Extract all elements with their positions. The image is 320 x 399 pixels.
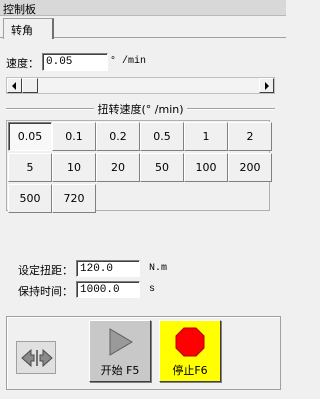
rate-button[interactable]: 500 [8, 184, 52, 213]
hold-time-input[interactable]: 1000.0 [76, 281, 140, 298]
speed-input[interactable]: 0.05 [42, 53, 108, 71]
arrow-right-icon [265, 82, 269, 90]
torque-input[interactable]: 120.0 [76, 260, 140, 277]
torque-label: 设定扭距： [18, 264, 73, 277]
play-icon [109, 328, 133, 356]
start-button[interactable]: 开始 F5 [89, 320, 151, 382]
stop-icon [175, 327, 205, 357]
rate-button[interactable]: 200 [228, 153, 272, 182]
stop-button-label: 停止F6 [172, 364, 208, 377]
tab-rotation-angle[interactable]: 转角 [3, 18, 54, 39]
hold-time-label: 保持时间： [18, 285, 73, 298]
swap-direction-icon [21, 349, 53, 367]
window-title: 控制板 [3, 3, 36, 16]
rate-button[interactable]: 1 [184, 122, 228, 151]
swap-direction-button[interactable] [16, 341, 56, 374]
rate-button[interactable]: 0.5 [140, 122, 184, 151]
rate-button[interactable]: 100 [184, 153, 228, 182]
scroll-right-button[interactable] [259, 78, 274, 93]
stop-button[interactable]: 停止F6 [159, 320, 221, 382]
rate-button[interactable]: 50 [140, 153, 184, 182]
rate-button[interactable]: 2 [228, 122, 272, 151]
speed-unit: ° /min [110, 56, 147, 67]
tab-label: 转角 [11, 24, 33, 37]
rate-button[interactable]: 720 [52, 184, 96, 213]
scroll-left-button[interactable] [7, 78, 22, 93]
rate-button[interactable]: 5 [8, 153, 52, 182]
arrow-left-icon [12, 82, 16, 90]
window-titlebar: 控制板 [0, 0, 286, 16]
scroll-thumb[interactable] [22, 78, 38, 93]
rate-button[interactable]: 0.2 [96, 122, 140, 151]
tab-strip: 转角 [0, 16, 286, 39]
rate-button[interactable]: 0.1 [52, 122, 96, 151]
speed-label: 速度： [6, 57, 39, 70]
torque-unit: N.m [149, 263, 168, 274]
rate-group-title: 扭转速度(° /min) [94, 103, 187, 116]
rate-button[interactable]: 10 [52, 153, 96, 182]
rate-button[interactable]: 20 [96, 153, 140, 182]
hold-time-unit: s [149, 284, 156, 295]
rate-button[interactable]: 0.05 [8, 122, 52, 151]
speed-scrollbar[interactable] [6, 77, 275, 94]
start-button-label: 开始 F5 [100, 364, 140, 377]
